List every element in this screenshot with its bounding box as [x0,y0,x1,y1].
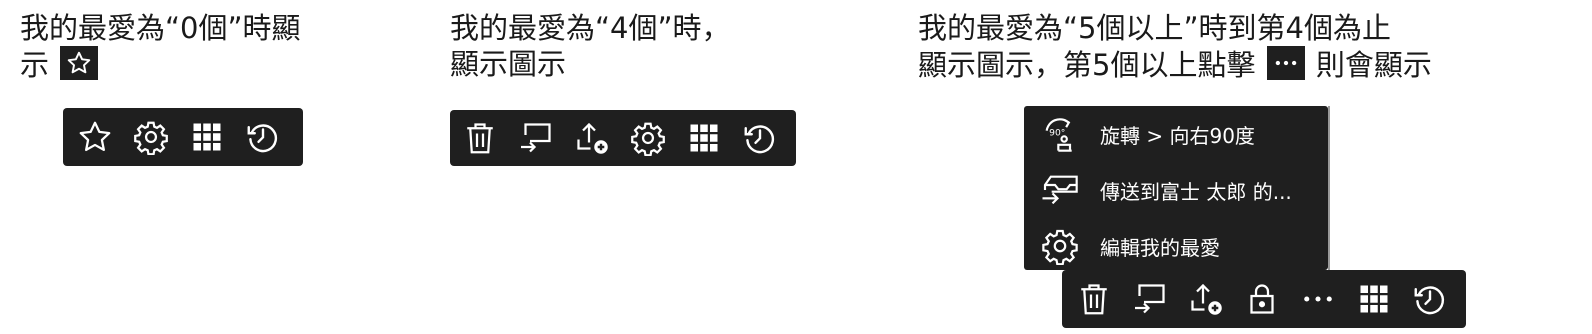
apps-button[interactable] [1346,271,1402,327]
send-to-display-icon [521,123,551,153]
upload-add-icon [577,122,608,154]
history-button[interactable] [235,109,291,165]
toolbar-five-favorites [1062,270,1466,328]
history-button[interactable] [1402,271,1458,327]
caption-five-line2a: 顯示圖示，第5個以上點擊 [918,48,1256,82]
apps-button[interactable] [676,110,732,166]
more-button[interactable] [1290,271,1346,327]
delete-button[interactable] [452,110,508,166]
caption-zero-line2: 示 [20,48,50,82]
send-to-display-button[interactable] [508,110,564,166]
caption-five-line2b: 則會顯示 [1315,48,1432,82]
grid-icon [193,123,221,151]
star-icon [79,121,111,152]
trash-icon [467,123,493,154]
toolbar-zero-favorites [63,108,303,166]
send-to-display-icon [1135,284,1165,314]
send-to-inbox-icon [1042,175,1078,205]
caption-zero-line2-wrap: 示 [20,46,301,83]
gear-icon [631,122,665,156]
more-icon [1266,46,1305,80]
more-icon [1304,296,1332,302]
menu-item-edit-favorites-label: 編輯我的最愛 [1100,235,1220,260]
delete-button[interactable] [1066,271,1122,327]
caption-zero-line1: 我的最愛為“0個”時顯 [20,11,301,45]
caption-four-line2: 顯示圖示 [450,47,567,81]
grid-icon [690,124,718,152]
toolbar-four-favorites [450,110,796,166]
settings-button[interactable] [123,109,179,165]
favorite-star-button[interactable] [67,109,123,165]
history-icon [744,125,775,154]
history-button[interactable] [732,110,788,166]
menu-item-edit-favorites[interactable]: 編輯我的最愛 [1024,218,1328,274]
apps-button[interactable] [179,109,235,165]
history-icon [1414,286,1445,315]
settings-button[interactable] [620,110,676,166]
caption-four-favorites: 我的最愛為“4個”時， 顯示圖示 [450,10,731,82]
caption-five-favorites: 我的最愛為“5個以上”時到第4個為止 顯示圖示，第5個以上點擊 則會顯示 [918,10,1432,83]
menu-divider [1328,106,1330,270]
gear-icon [1042,229,1078,265]
history-icon [247,124,278,153]
send-to-display-button[interactable] [1122,271,1178,327]
upload-add-icon [1191,283,1222,315]
menu-item-send-to[interactable]: 傳送到富士 太郎 的... [1024,162,1328,218]
upload-add-button[interactable] [1178,271,1234,327]
caption-five-line1: 我的最愛為“5個以上”時到第4個為止 [918,11,1391,45]
grid-icon [1360,285,1388,313]
caption-zero-favorites: 我的最愛為“0個”時顯 示 [20,10,301,83]
star-icon [60,46,99,80]
trash-icon [1081,284,1107,315]
lock-icon [1250,284,1274,314]
rotate-right-90-icon: 90° [1045,118,1072,152]
caption-four-line1: 我的最愛為“4個”時， [450,11,731,45]
menu-item-rotate[interactable]: 90° 旋轉 > 向右90度 [1024,106,1328,162]
overflow-menu: 90° 旋轉 > 向右90度 傳送到富士 太郎 的... 編輯我的最愛 [1024,106,1328,270]
lock-button[interactable] [1234,271,1290,327]
upload-add-button[interactable] [564,110,620,166]
caption-five-line2-wrap: 顯示圖示，第5個以上點擊 則會顯示 [918,46,1432,83]
menu-item-send-to-label: 傳送到富士 太郎 的... [1100,179,1292,204]
gear-icon [134,121,168,155]
menu-item-rotate-label: 旋轉 > 向右90度 [1100,123,1255,148]
